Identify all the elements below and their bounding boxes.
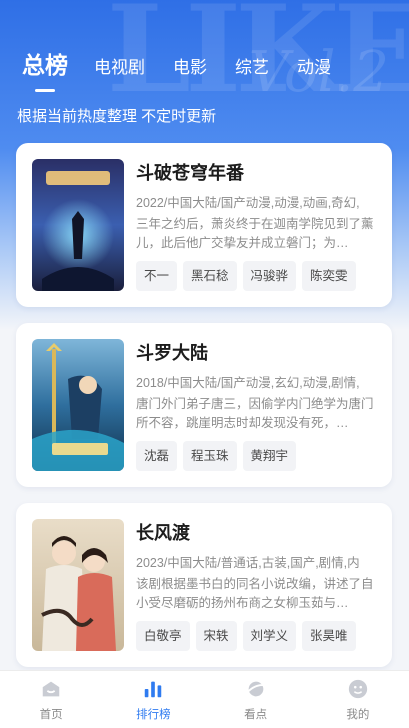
nav-label: 排行榜 xyxy=(136,708,171,721)
item-title[interactable]: 长风渡 xyxy=(136,521,376,545)
actor-tag[interactable]: 陈奕雯 xyxy=(302,261,356,291)
nav-highlights[interactable]: 看点 xyxy=(216,678,296,722)
actor-tags: 不一 黑石稔 冯骏骅 陈奕雯 xyxy=(136,261,376,291)
poster-image xyxy=(32,339,124,471)
actor-tag[interactable]: 宋轶 xyxy=(195,621,237,651)
ranking-subtitle: 根据当前热度整理 不定时更新 xyxy=(17,108,217,125)
list-item[interactable]: 斗罗大陆 2018/中国大陆/国产动漫,玄幻,动漫,剧情, 唐门外门弟子唐三，因… xyxy=(16,323,392,487)
actor-tag[interactable]: 张昊唯 xyxy=(302,621,356,651)
tab-movies[interactable]: 电影 xyxy=(173,53,207,86)
ranking-list: 斗破苍穹年番 2022/中国大陆/国产动漫,动漫,动画,奇幻, 三年之约后，萧炎… xyxy=(16,143,392,683)
item-meta: 2022/中国大陆/国产动漫,动漫,动画,奇幻, xyxy=(136,196,360,210)
tab-variety[interactable]: 综艺 xyxy=(235,53,269,86)
tab-anime[interactable]: 动漫 xyxy=(297,53,331,86)
actor-tag[interactable]: 冯骏骅 xyxy=(242,261,297,291)
planet-icon xyxy=(245,681,265,696)
nav-label: 看点 xyxy=(244,708,268,721)
actor-tags: 沈磊 程玉珠 黄翔宇 xyxy=(136,441,376,471)
item-description: 该剧根据墨书白的同名小说改编，讲述了自小受尽磨砺的扬州布商之女柳玉茹与… xyxy=(136,577,374,610)
nav-label: 首页 xyxy=(39,708,63,721)
actor-tag[interactable]: 刘学义 xyxy=(242,621,297,651)
actor-tag[interactable]: 程玉珠 xyxy=(183,441,237,471)
nav-ranking[interactable]: 排行榜 xyxy=(113,678,193,722)
tab-all[interactable]: 总榜 xyxy=(22,46,68,86)
ranking-icon xyxy=(145,681,162,697)
item-description: 三年之约后，萧炎终于在迦南学院见到了薰儿，此后他广交挚友并成立磐门；为… xyxy=(136,217,374,250)
actor-tag[interactable]: 黑石稔 xyxy=(183,261,237,291)
list-item[interactable]: 长风渡 2023/中国大陆/普通话,古装,国产,剧情,内 该剧根据墨书白的同名小… xyxy=(16,503,392,667)
category-tabs: 总榜 电视剧 电影 综艺 动漫 xyxy=(0,36,409,86)
actor-tag[interactable]: 黄翔宇 xyxy=(242,441,297,471)
actor-tags: 白敬亭 宋轶 刘学义 张昊唯 xyxy=(136,621,376,651)
list-item[interactable]: 斗破苍穹年番 2022/中国大陆/国产动漫,动漫,动画,奇幻, 三年之约后，萧炎… xyxy=(16,143,392,307)
nav-label: 我的 xyxy=(346,708,370,721)
nav-profile[interactable]: 我的 xyxy=(318,678,398,722)
item-title[interactable]: 斗破苍穹年番 xyxy=(136,161,376,185)
profile-icon xyxy=(348,679,368,698)
actor-tag[interactable]: 不一 xyxy=(136,261,178,291)
poster-image xyxy=(32,159,124,291)
tab-tv-series[interactable]: 电视剧 xyxy=(94,53,145,86)
nav-home[interactable]: 首页 xyxy=(11,678,91,722)
actor-tag[interactable]: 沈磊 xyxy=(136,441,178,471)
actor-tag[interactable]: 白敬亭 xyxy=(136,621,190,651)
item-title[interactable]: 斗罗大陆 xyxy=(136,341,376,365)
item-meta: 2018/中国大陆/国产动漫,玄幻,动漫,剧情, xyxy=(136,376,360,390)
poster-image xyxy=(32,519,124,651)
bottom-navigation: 首页 排行榜 看点 我的 xyxy=(0,670,409,728)
item-description: 唐门外门弟子唐三，因偷学内门绝学为唐门所不容，跳崖明志时却发现没有死，… xyxy=(136,397,374,430)
item-meta: 2023/中国大陆/普通话,古装,国产,剧情,内 xyxy=(136,556,360,570)
home-icon xyxy=(42,681,60,696)
